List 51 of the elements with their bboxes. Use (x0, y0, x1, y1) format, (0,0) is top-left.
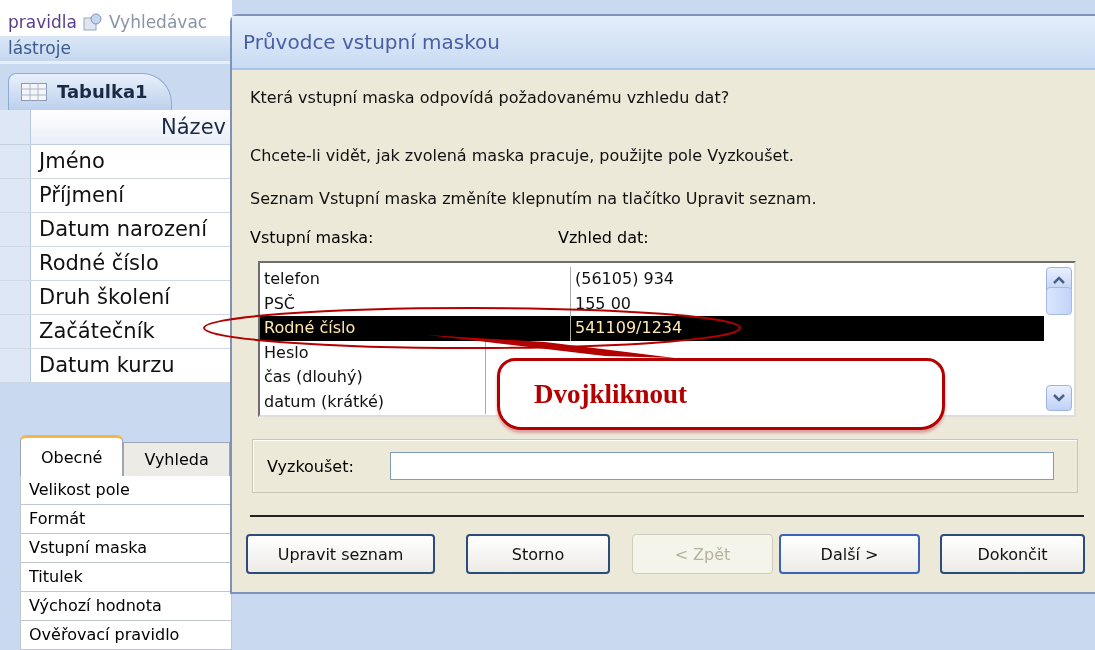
property-label: Vstupní maska (20, 534, 232, 563)
table-cell-text: Druh školení (38, 283, 172, 311)
table-cell-text: Rodné číslo (38, 249, 160, 277)
ribbon-label[interactable]: pravidla (8, 11, 77, 32)
property-label: Výchozí hodnota (20, 592, 232, 621)
row-selector[interactable] (0, 246, 31, 280)
dialog-button[interactable]: Storno (466, 534, 610, 574)
row-selector[interactable] (0, 314, 31, 348)
property-label: Velikost pole (20, 476, 232, 505)
dialog-button[interactable]: Další > (779, 534, 920, 574)
table-cell-text: Jméno (37, 147, 106, 175)
select-all-corner[interactable] (0, 109, 31, 144)
table-cell-text: Datum narození (38, 215, 209, 243)
table-cell-text: Datum kurzu (38, 351, 176, 379)
dialog-button[interactable]: Upravit seznam (246, 534, 435, 574)
property-label: Formát (20, 505, 232, 534)
row-selector[interactable] (0, 348, 31, 382)
property-tab[interactable]: Obecné (20, 435, 124, 476)
row-selector[interactable] (0, 280, 31, 314)
row-selector[interactable] (0, 212, 31, 246)
row-selector[interactable] (0, 144, 31, 178)
mask-list-item[interactable]: telefon (56105) 934 (260, 267, 1044, 292)
scroll-thumb[interactable] (1046, 287, 1072, 315)
mask-sample: (56105) 934 (574, 268, 675, 290)
table-cell-text: Příjmení (38, 181, 126, 209)
mask-list-item[interactable]: Rodné číslo 541109/1234 (260, 316, 1044, 341)
instruction-text: Seznam Vstupní maska změníte klepnutím na tlačítko Upravit seznam. (250, 189, 818, 208)
document-tab[interactable]: Tabulka1 (8, 72, 172, 110)
column-label: Vzhled dat: (558, 228, 650, 247)
mask-sample: 541109/1234 (574, 317, 684, 339)
dialog-title: Průvodce vstupní maskou (243, 30, 501, 54)
property-label: Titulek (20, 563, 232, 592)
callout-text: Dvojkliknout (534, 378, 688, 410)
instruction-text: Která vstupní maska odpovídá požadovanému vzhledu dat? (250, 88, 731, 107)
instruction-text: Chcete-li vidět, jak zvolená maska pracuje, použijte pole Vyzkoušet. (250, 146, 795, 165)
chevron-down-icon (1053, 394, 1065, 402)
dialog-button[interactable]: Dokončit (940, 534, 1085, 574)
chevron-up-icon (1053, 276, 1065, 284)
row-selector[interactable] (0, 178, 31, 212)
input-field[interactable] (389, 452, 1054, 480)
property-tab[interactable]: Vyhleda (123, 442, 230, 476)
group-label: lástroje (8, 38, 71, 59)
property-label: Ověřovací pravidlo (20, 621, 232, 650)
mask-name: telefon (260, 267, 571, 292)
mask-sample: 155 00 (574, 292, 632, 315)
table-cell-text: Začátečník (38, 317, 156, 345)
column-label: Vstupní maska: (250, 228, 375, 247)
table-icon (21, 82, 47, 101)
scroll-down-button[interactable] (1046, 385, 1072, 411)
column-header: Název (160, 113, 227, 141)
field-label: Vyzkoušet: (267, 456, 354, 476)
